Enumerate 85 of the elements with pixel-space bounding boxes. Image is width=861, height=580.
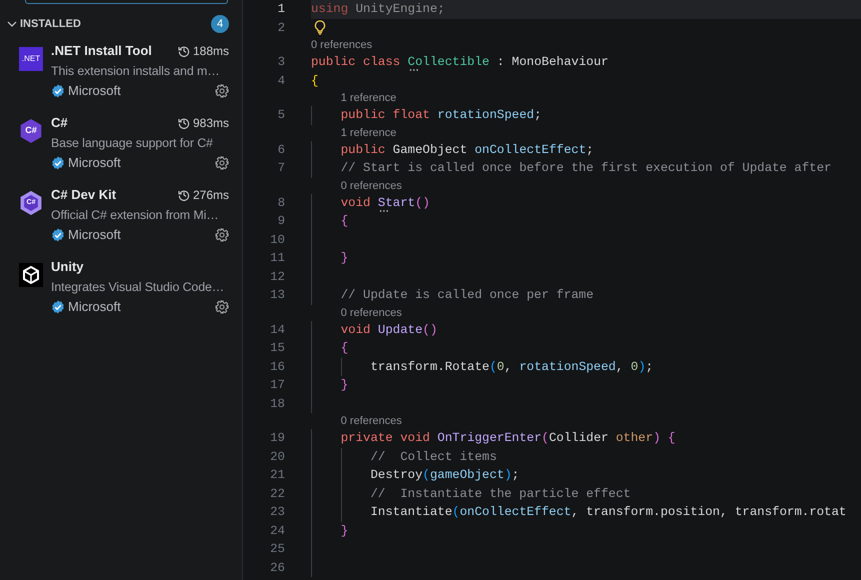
line-number: 18	[269, 396, 285, 412]
extension-name[interactable]: Unity	[51, 257, 84, 277]
publisher-name: Microsoft	[68, 154, 121, 172]
verified-icon	[51, 228, 65, 242]
line-number: 9	[276, 213, 285, 230]
line-number: 13	[269, 287, 285, 304]
activation-time: 276ms	[192, 187, 229, 204]
code-line: public GameObject onCollectEffect;	[340, 142, 594, 158]
line-number: 5	[276, 107, 285, 124]
code-line: }	[340, 250, 348, 267]
publisher-name: Microsoft	[68, 298, 121, 316]
extension-name[interactable]: C# Dev Kit	[51, 185, 116, 205]
code-line: Destroy(gameObject);	[370, 467, 520, 484]
extension-logo: C#	[19, 119, 43, 143]
code-line: {	[311, 72, 318, 90]
code-lens[interactable]: 1 reference	[340, 126, 396, 138]
code-line: // Instantiate the particle effect	[370, 486, 631, 502]
line-number: 10	[269, 232, 285, 248]
line-number: 24	[269, 522, 285, 540]
extension-name[interactable]: .NET Install Tool	[51, 41, 152, 61]
code-line: void Update()	[340, 322, 438, 338]
line-number: 12	[269, 268, 285, 286]
verified-icon	[51, 156, 65, 170]
settings-icon[interactable]	[215, 228, 229, 242]
code-line: transform.Rotate(0, rotationSpeed, 0);	[370, 358, 654, 376]
code-line: Instantiate(onCollectEffect, transform.position, transform.rotat	[370, 504, 846, 521]
code-lens[interactable]: 0 references	[311, 39, 372, 51]
code-line: }	[340, 377, 348, 394]
line-number: 22	[269, 486, 285, 502]
line-number: 17	[269, 377, 285, 394]
line-number: 6	[276, 142, 285, 158]
code-line: void Start()	[340, 194, 430, 212]
activation-time: 983ms	[192, 115, 229, 132]
line-number: 15	[269, 340, 285, 357]
line-number: 23	[269, 504, 285, 521]
count-badge: 4	[211, 15, 229, 33]
extension-description: This extension installs and m…	[51, 63, 220, 80]
extension-description: Base language support for C#	[51, 135, 214, 152]
verified-icon	[51, 84, 65, 98]
code-line: using UnityEngine;	[311, 1, 445, 18]
line-number: 16	[269, 358, 285, 376]
search-field[interactable]	[25, 0, 228, 4]
code-lens[interactable]: 0 references	[340, 415, 402, 427]
line-number: 14	[269, 322, 285, 338]
history-icon	[178, 45, 190, 57]
code-line: // Update is called once per frame	[340, 287, 594, 304]
settings-icon[interactable]	[215, 300, 229, 314]
section-title[interactable]: INSTALLED	[20, 16, 81, 32]
code-line: }	[340, 522, 348, 540]
line-number: 20	[269, 448, 285, 466]
line-number: 3	[276, 54, 285, 71]
code-line: // Collect items	[370, 448, 497, 466]
cube-icon	[19, 263, 43, 287]
code-line: public class Collectible : MonoBehaviour	[311, 54, 608, 71]
publisher-name: Microsoft	[68, 82, 121, 100]
line-number: 4	[276, 72, 285, 90]
line-number: 25	[269, 541, 285, 558]
code-line: // Start is called once before the first execution of Update after	[340, 160, 832, 177]
line-number: 2	[276, 20, 285, 36]
code-line: {	[340, 340, 348, 357]
line-number: 21	[269, 467, 285, 484]
line-number: 11	[269, 250, 285, 267]
settings-icon[interactable]	[215, 84, 229, 98]
activation-time: 188ms	[192, 43, 229, 60]
history-icon	[178, 189, 190, 201]
lightbulb-icon[interactable]	[314, 20, 326, 36]
code-line: private void OnTriggerEnter(Collider other) {	[340, 430, 676, 447]
code-lens[interactable]: 0 references	[340, 180, 402, 192]
extension-name[interactable]: C#	[51, 113, 68, 133]
code-lens[interactable]: 1 reference	[340, 92, 396, 104]
history-icon	[178, 117, 190, 129]
code-line: {	[340, 213, 348, 230]
settings-icon[interactable]	[215, 156, 229, 170]
publisher-name: Microsoft	[68, 226, 121, 244]
extension-logo: .NET	[19, 47, 43, 71]
extension-description: Official C# extension from Mi…	[51, 207, 220, 224]
line-number: 1	[276, 1, 285, 18]
code-line: public float rotationSpeed;	[340, 107, 542, 124]
line-number: 19	[269, 430, 285, 447]
verified-icon	[51, 300, 65, 314]
code-lens[interactable]: 0 references	[340, 306, 402, 318]
extension-description: Integrates Visual Studio Code…	[51, 279, 226, 296]
line-number: 8	[276, 194, 285, 212]
line-number: 7	[276, 160, 285, 177]
line-number: 26	[269, 560, 285, 576]
